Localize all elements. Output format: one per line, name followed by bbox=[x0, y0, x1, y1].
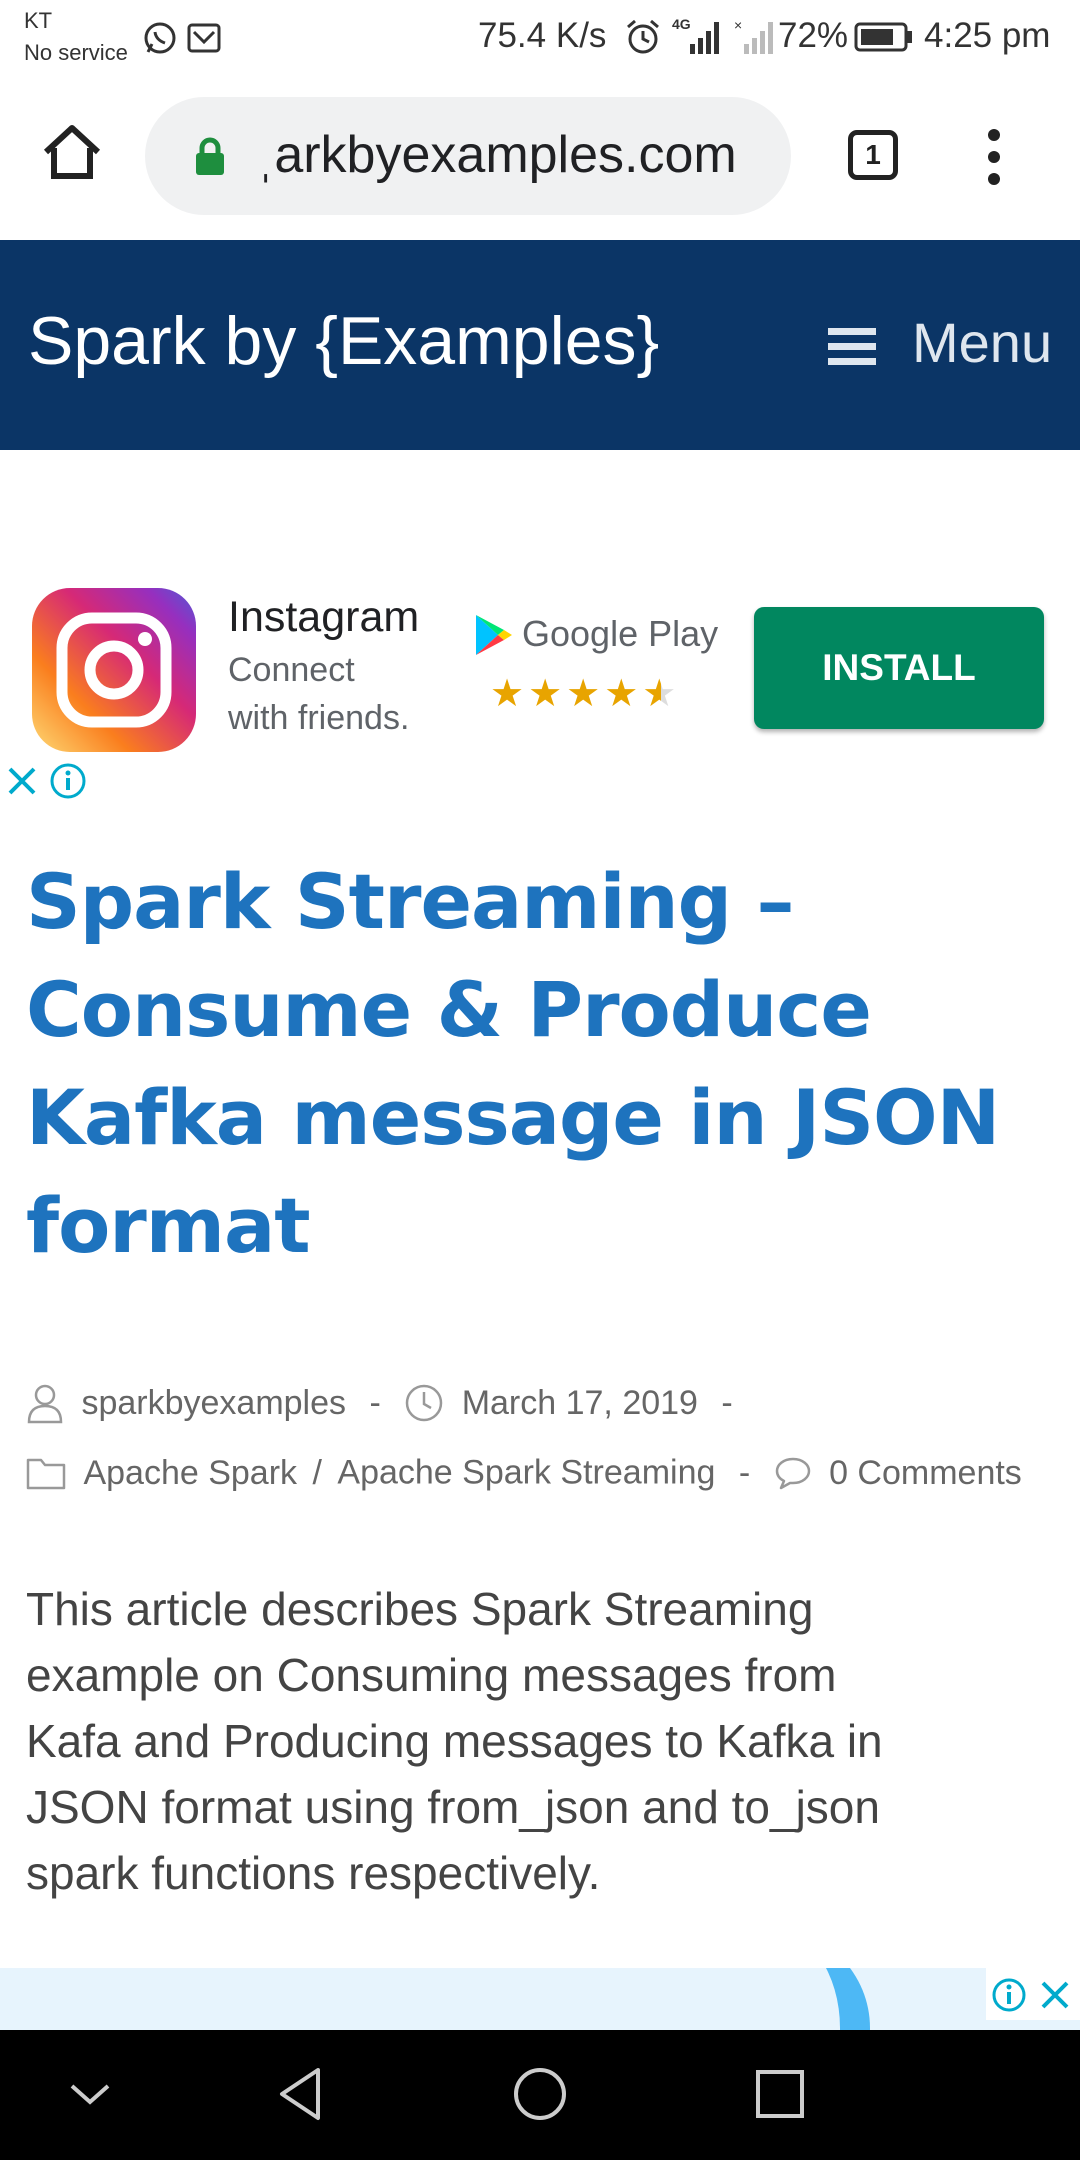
title-line: format bbox=[26, 1181, 311, 1270]
article-meta-row-1: sparkbyexamples - March 17, 2019 - bbox=[26, 1382, 733, 1432]
folder-icon bbox=[26, 1458, 66, 1490]
ad-app-name: Instagram bbox=[228, 593, 420, 641]
install-button[interactable]: INSTALL bbox=[754, 607, 1044, 729]
author-link[interactable]: sparkbyexamples bbox=[81, 1384, 346, 1422]
intro-line: JSON format using from_json and to_json bbox=[26, 1781, 880, 1833]
title-line: Consume & Produce bbox=[26, 965, 872, 1054]
svg-text:×: × bbox=[734, 17, 742, 33]
category-separator: / bbox=[312, 1453, 322, 1492]
signal-no-service-icon: × bbox=[734, 17, 773, 54]
url-bar[interactable]: ˌarkbyexamples.com bbox=[145, 97, 791, 215]
ad-graphic bbox=[640, 1968, 870, 2030]
service-label: No service bbox=[24, 40, 128, 65]
site-header: Spark by {Examples} Menu bbox=[0, 240, 1080, 450]
category-link-apache-spark-streaming[interactable]: Apache Spark Streaming bbox=[337, 1454, 715, 1492]
recent-apps-icon[interactable] bbox=[754, 2068, 806, 2120]
hamburger-icon bbox=[828, 328, 876, 365]
menu-label: Menu bbox=[912, 311, 1053, 374]
comments-link[interactable]: 0 Comments bbox=[829, 1454, 1022, 1492]
article-meta-row-2: Apache Spark / Apache Spark Streaming - … bbox=[26, 1452, 1022, 1502]
google-play-icon bbox=[476, 615, 512, 655]
ad-choices[interactable] bbox=[986, 1968, 1080, 2020]
meta-separator: - bbox=[738, 1453, 751, 1492]
battery-percent: 72% bbox=[778, 16, 849, 55]
ad-line-1: Connect bbox=[228, 651, 355, 689]
bottom-ad-banner[interactable] bbox=[0, 1968, 1080, 2030]
google-play-label: Google Play bbox=[522, 613, 719, 654]
home-icon[interactable] bbox=[40, 120, 104, 184]
whatsapp-icon bbox=[144, 22, 176, 54]
signal-icon bbox=[690, 22, 719, 54]
intro-line: This article describes Spark Streaming bbox=[26, 1583, 814, 1635]
gmail-icon bbox=[187, 23, 221, 53]
install-label: INSTALL bbox=[822, 647, 976, 688]
meta-separator: - bbox=[721, 1383, 733, 1422]
back-icon[interactable] bbox=[274, 2066, 326, 2122]
instagram-logo-icon bbox=[32, 588, 196, 752]
browser-toolbar: ˌarkbyexamples.com 1 bbox=[0, 75, 1080, 240]
tab-count: 1 bbox=[865, 139, 881, 170]
tab-switcher-button[interactable]: 1 bbox=[848, 130, 898, 180]
status-bar: KT No service 75.4 K/s 4G × 72% 4:25 pm bbox=[0, 0, 1080, 75]
clock-icon bbox=[406, 1384, 443, 1422]
title-line: Spark Streaming – bbox=[26, 857, 795, 946]
intro-line: spark functions respectively. bbox=[26, 1847, 601, 1899]
rating-stars: ★★★★★ bbox=[490, 673, 681, 715]
overflow-menu-icon[interactable] bbox=[982, 125, 1006, 189]
site-title[interactable]: Spark by {Examples} bbox=[28, 302, 659, 380]
alarm-icon bbox=[627, 19, 659, 54]
category-link-apache-spark[interactable]: Apache Spark bbox=[83, 1454, 297, 1492]
post-date: March 17, 2019 bbox=[461, 1383, 698, 1422]
article-intro: This article describes Spark Streaming e… bbox=[26, 1576, 1066, 1906]
network-speed: 75.4 K/s bbox=[478, 16, 607, 55]
ad-banner[interactable]: Instagram Connect with friends. Google P… bbox=[0, 575, 1080, 805]
chevron-down-icon[interactable] bbox=[68, 2076, 112, 2112]
ad-info-icon[interactable] bbox=[48, 761, 88, 801]
system-nav-bar bbox=[0, 2030, 1080, 2160]
article-title: Spark Streaming – Consume & Produce Kafk… bbox=[26, 848, 1066, 1280]
ad-close-icon[interactable] bbox=[4, 763, 40, 799]
meta-separator: - bbox=[369, 1383, 381, 1422]
author-icon bbox=[27, 1384, 63, 1424]
intro-line: Kafa and Producing messages to Kafka in bbox=[26, 1715, 883, 1767]
home-circle-icon[interactable] bbox=[512, 2066, 568, 2122]
clock: 4:25 pm bbox=[924, 16, 1051, 55]
battery-icon bbox=[854, 22, 912, 52]
comment-icon bbox=[775, 1457, 810, 1490]
url-text: ˌarkbyexamples.com bbox=[257, 126, 737, 184]
ad-line-2: with friends. bbox=[228, 699, 410, 737]
ad-close-icon[interactable] bbox=[1038, 1978, 1072, 2012]
ad-info-icon[interactable] bbox=[990, 1976, 1028, 2014]
title-line: Kafka message in JSON bbox=[26, 1073, 1000, 1162]
carrier-label: KT bbox=[24, 8, 53, 33]
intro-line: example on Consuming messages from bbox=[26, 1649, 837, 1701]
lock-icon bbox=[196, 137, 224, 175]
